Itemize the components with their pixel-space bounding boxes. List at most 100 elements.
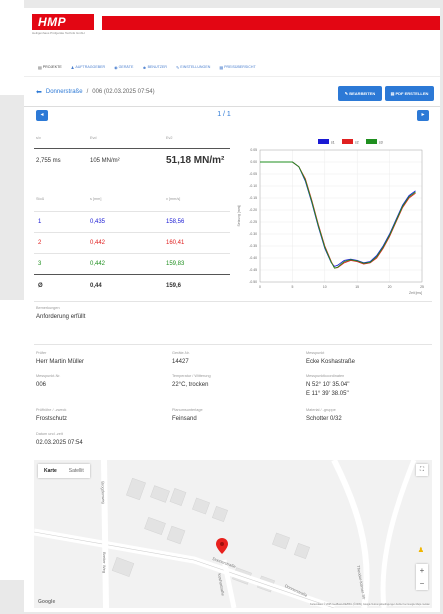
left-panel-bottom [0, 300, 24, 580]
main-nav: ▤ PROJEKTE ♟ AUFTRAGGEBER ◉ GERÄTE ☻ BENUTZE… [38, 62, 256, 72]
nav-label: AUFTRAGGEBER [75, 65, 106, 69]
detail-label-datetime: Datum und -zeit [36, 432, 63, 436]
detail-value-material: Schotter 0/32 [306, 416, 342, 422]
nav-projects[interactable]: ▤ PROJEKTE [38, 62, 62, 72]
chart-series-line-s2 [260, 161, 416, 269]
summary-value-evd: 105 MN/m² [90, 158, 120, 164]
drops-divider [34, 211, 230, 212]
map-marker-icon[interactable] [216, 538, 228, 554]
create-pdf-button[interactable]: ▤ PDF ERSTELLEN [385, 86, 434, 101]
chart-series-line-s1 [260, 161, 416, 267]
breadcrumb: ⬅ Donnerstraße / 006 (02.03.2025 07:54) [36, 88, 155, 96]
chart-ytick-label: 0.05 [250, 148, 257, 152]
detail-value-inspector: Herr Martin Müller [36, 359, 85, 365]
left-panel-top [0, 0, 24, 95]
zoom-control: + − [416, 564, 428, 590]
list-icon: ▤ [38, 64, 42, 70]
detail-value-device: 14427 [172, 359, 189, 365]
detail-value-longitude: E 11° 39' 38.05'' [306, 391, 349, 397]
chart-ytick-label: -0.30 [249, 232, 257, 236]
detail-value-subgrade: Feinsand [172, 416, 197, 422]
nav-label: EINSTELLUNGEN [180, 65, 211, 69]
chart-ytick-label: 0.00 [250, 160, 257, 164]
chart-ytick-label: -0.25 [249, 220, 257, 224]
map-canvas[interactable] [34, 460, 432, 608]
drop-2-n: 2 [38, 240, 42, 246]
chart-legend-swatch [366, 139, 377, 144]
nav-users[interactable]: ☻ BENUTZER [142, 62, 167, 72]
chart-legend-label: s1 [331, 141, 335, 145]
drops-divider [34, 253, 230, 254]
section-divider [34, 344, 432, 345]
company-logo[interactable]: HMP [32, 14, 94, 30]
chart-xtick-label: 10 [323, 285, 327, 289]
chart-xtick-label: 15 [355, 285, 359, 289]
nav-divider [24, 76, 440, 77]
breadcrumb-current: 006 (02.03.2025 07:54) [92, 89, 155, 95]
drop-3-n: 3 [38, 261, 42, 267]
chart-series-line-s3 [260, 161, 416, 269]
drop-3-v: 159,83 [166, 261, 185, 267]
nav-label: PREISÜBERSICHT [224, 65, 256, 69]
device-icon: ◉ [114, 64, 118, 70]
detail-label-subgrade: Planumsunterlage [172, 408, 203, 412]
person-icon: ♟ [70, 64, 75, 70]
nav-label: GERÄTE [118, 65, 134, 69]
drop-avg-s: 0,44 [90, 283, 102, 289]
chart-xlabel: Zeit [ms] [409, 291, 422, 295]
nav-settings[interactable]: ✎ EINSTELLUNGEN [176, 62, 210, 72]
detail-label-point-no: Messpunkt-Nr. [36, 374, 61, 378]
breadcrumb-project-link[interactable]: Donnerstraße [46, 89, 83, 95]
fullscreen-icon[interactable]: ⛶ [416, 464, 428, 476]
drops-divider [34, 232, 230, 233]
chart-ytick-label: -0.05 [249, 172, 257, 176]
summary-value-sv: 2,755 ms [36, 158, 61, 164]
drop-avg-v: 159,6 [166, 283, 182, 289]
zoom-out-button[interactable]: − [416, 577, 428, 590]
app-header: HMP Heiligenhaus Prüfgeräte Technik GmbH [24, 8, 440, 44]
grid-icon: ▦ [219, 64, 224, 70]
chart-legend-label: s3 [379, 141, 383, 145]
nav-label: PROJEKTE [42, 65, 62, 69]
header-divider [24, 106, 440, 107]
remarks-value: Anforderung erfüllt [36, 314, 86, 320]
edit-button[interactable]: ✎ BEARBEITEN [338, 86, 382, 101]
previous-page-button[interactable]: ◂ [36, 110, 48, 121]
detail-value-datetime: 02.03.2025 07:54 [36, 440, 83, 446]
nav-label: BENUTZER [147, 65, 167, 69]
location-map[interactable]: Donnerstraße Koshastraße Donnerstraße Br… [34, 460, 432, 608]
user-icon: ☻ [142, 64, 147, 70]
summary-divider [34, 148, 230, 149]
chart-ytick-label: -0.35 [249, 244, 257, 248]
detail-label-coordinates: Messpunktkoordinaten [306, 374, 345, 378]
drop-3-s: 0,442 [90, 261, 106, 267]
map-tab-map[interactable]: Karte [38, 464, 63, 478]
chart-ytick-label: -0.15 [249, 196, 257, 200]
nav-clients[interactable]: ♟ AUFTRAGGEBER [71, 62, 105, 72]
pencil-icon: ✎ [176, 64, 180, 70]
map-attribution[interactable]: Kartendaten © 2025 GeoBasis-DE/BKG (©200… [310, 603, 430, 606]
chart-ylabel: Setzung [mm] [237, 205, 241, 226]
summary-value-ev2: 51,18 MN/m² [166, 155, 225, 166]
pegman-icon[interactable]: ♟ [418, 546, 424, 554]
chart-legend-label: s2 [355, 141, 359, 145]
chart-legend-swatch [318, 139, 329, 144]
drops-divider [34, 274, 230, 275]
back-arrow-icon[interactable]: ⬅ [36, 88, 42, 96]
next-page-button[interactable]: ▸ [417, 110, 429, 121]
nav-prices[interactable]: ▦ PREISÜBERSICHT [219, 62, 255, 72]
chart-xtick-label: 0 [259, 285, 261, 289]
chart-legend-swatch [342, 139, 353, 144]
summary-label-evd: Evd [90, 136, 97, 140]
detail-value-point: Ecke Koshastraße [306, 359, 356, 365]
detail-label-inspector: Prüfer [36, 351, 47, 355]
summary-label-ev2: Ev2 [166, 136, 173, 140]
google-logo: Google [38, 599, 56, 605]
chart-ytick-label: -0.10 [249, 184, 257, 188]
zoom-in-button[interactable]: + [416, 564, 428, 577]
drop-1-n: 1 [38, 219, 42, 225]
nav-devices[interactable]: ◉ GERÄTE [114, 62, 133, 72]
drop-1-v: 158,56 [166, 219, 185, 225]
chart-xtick-label: 25 [420, 285, 424, 289]
map-tab-satellite[interactable]: Satellit [63, 464, 90, 478]
